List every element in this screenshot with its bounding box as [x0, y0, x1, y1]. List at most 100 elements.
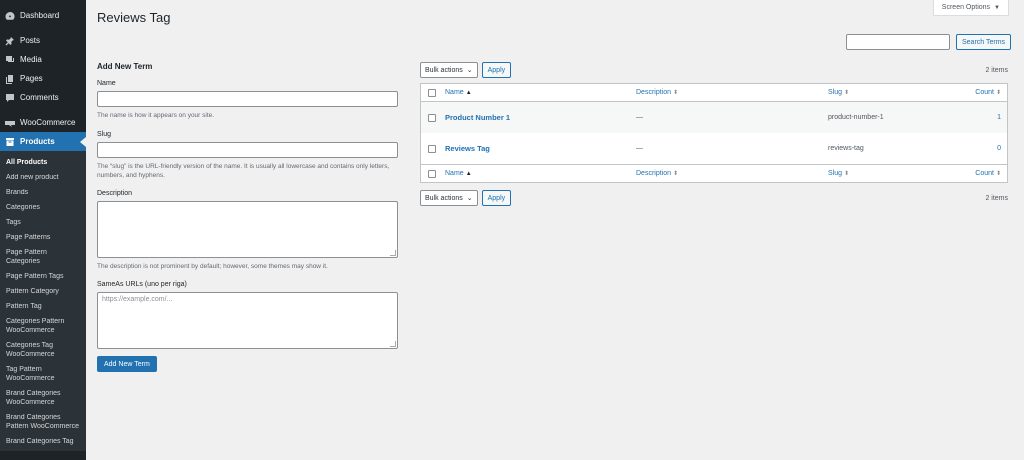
submenu-item[interactable]: Brand Categories Pattern WooCommerce	[0, 410, 86, 434]
submenu-item[interactable]: Page Pattern Categories	[0, 245, 86, 269]
search-terms-button[interactable]: Search Terms	[956, 34, 1012, 50]
term-name-link[interactable]: Reviews Tag	[445, 144, 490, 153]
menu-products[interactable]: Products	[0, 132, 86, 151]
select-all-checkbox[interactable]	[428, 88, 436, 97]
column-description-label: Description	[636, 89, 672, 96]
woocommerce-icon	[5, 118, 15, 128]
submenu-item[interactable]: Categories Pattern WooCommerce	[0, 314, 86, 338]
name-hint: The name is how it appears on your site.	[97, 112, 215, 119]
description-hint: The description is not prominent by defa…	[97, 262, 328, 270]
sort-icon: ⬍	[995, 90, 1001, 96]
bulk-actions-select[interactable]: Bulk actions ⌄	[420, 62, 478, 78]
submenu-item[interactable]: Brand Categories Tag	[0, 434, 86, 449]
menu-woocommerce[interactable]: WooCommerce	[0, 113, 86, 132]
table-row: Product Number 1 — product-number-1 1	[421, 102, 1007, 133]
bulk-actions-label: Bulk actions	[425, 194, 463, 202]
column-name-label: Name	[445, 89, 464, 96]
add-new-term-button[interactable]: Add New Term	[97, 356, 157, 372]
submenu-item[interactable]: Pattern Category	[0, 284, 86, 299]
screen-options-label: Screen Options	[941, 4, 991, 11]
submenu-item[interactable]: Add new product	[0, 170, 86, 185]
menu-comments[interactable]: Comments	[0, 88, 86, 107]
submenu-item[interactable]: Page Pattern Tags	[0, 269, 86, 284]
submenu-item[interactable]: Categories	[0, 200, 86, 215]
submenu-item[interactable]: Categories Tag WooCommerce	[0, 338, 86, 362]
archive-icon	[5, 137, 15, 147]
comment-icon	[5, 93, 15, 103]
submenu-item[interactable]: Brand Categories WooCommerce	[0, 386, 86, 410]
menu-posts[interactable]: Posts	[0, 31, 86, 50]
menu-dashboard[interactable]: Dashboard	[0, 6, 86, 25]
slug-label: Slug	[97, 130, 112, 138]
submenu-item[interactable]: Brands	[0, 185, 86, 200]
menu-label: Comments	[20, 93, 59, 102]
caret-down-icon: ▼	[994, 4, 1000, 11]
menu-media[interactable]: Media	[0, 50, 86, 69]
apply-button[interactable]: Apply	[481, 62, 512, 78]
chevron-down-icon: ⌄	[466, 67, 473, 74]
column-slug[interactable]: Slug ⬍	[828, 170, 849, 177]
column-slug-label: Slug	[828, 89, 843, 96]
row-checkbox[interactable]	[428, 144, 436, 153]
menu-label: Products	[20, 137, 55, 146]
menu-label: Pages	[20, 74, 43, 83]
products-submenu: All Products Add new product Brands Categor…	[0, 151, 86, 451]
table-footer-row: Name ▲ Description ⬍ Slug ⬍ Count ⬍	[421, 164, 1007, 182]
bulk-actions-label: Bulk actions	[425, 66, 463, 74]
term-name-link[interactable]: Product Number 1	[445, 113, 510, 122]
column-description-label: Description	[636, 170, 672, 177]
table-row: Reviews Tag — reviews-tag 0	[421, 133, 1007, 164]
column-name[interactable]: Name ▲	[445, 170, 472, 177]
dashboard-icon	[5, 11, 15, 21]
sort-icon: ⬍	[673, 171, 679, 177]
column-slug[interactable]: Slug ⬍	[828, 89, 849, 96]
items-count: 2 items	[985, 66, 1008, 74]
submenu-item[interactable]: Pattern Tag	[0, 299, 86, 314]
table-header-row: Name ▲ Description ⬍ Slug ⬍ Count ⬍	[421, 84, 1007, 102]
media-icon	[5, 55, 15, 65]
search-input[interactable]	[846, 34, 950, 50]
column-description[interactable]: Description ⬍	[636, 170, 678, 177]
term-slug: product-number-1	[828, 114, 884, 121]
name-input[interactable]	[97, 91, 398, 107]
add-term-form: Add New Term Name The name is how it app…	[97, 62, 399, 372]
sort-icon: ⬍	[844, 90, 850, 96]
form-heading: Add New Term	[97, 62, 153, 71]
main-content: Reviews Tag Screen Options ▼ Search Term…	[86, 0, 1024, 460]
menu-label: Dashboard	[20, 11, 60, 20]
search-box: Search Terms	[846, 34, 1012, 50]
menu-label: Posts	[20, 36, 41, 45]
menu-label: Media	[20, 55, 42, 64]
sameas-textarea[interactable]: https://example.com/...	[97, 292, 398, 349]
column-count-label: Count	[975, 170, 994, 177]
admin-sidebar: Dashboard Posts Media Pages Comments Woo…	[0, 0, 86, 460]
column-count[interactable]: Count ⬍	[975, 89, 1001, 96]
column-description[interactable]: Description ⬍	[636, 89, 678, 96]
column-name[interactable]: Name ▲	[445, 89, 472, 96]
sort-icon: ⬍	[673, 90, 679, 96]
bulk-actions-select[interactable]: Bulk actions ⌄	[420, 190, 478, 206]
row-checkbox[interactable]	[428, 113, 436, 122]
terms-table: Name ▲ Description ⬍ Slug ⬍ Count ⬍ Product …	[420, 83, 1008, 183]
apply-button[interactable]: Apply	[481, 190, 512, 206]
slug-input[interactable]	[97, 141, 398, 158]
sameas-label: SameAs URLs (uno per riga)	[97, 281, 187, 288]
term-count-link[interactable]: 1	[997, 114, 1001, 121]
submenu-item[interactable]: Tag Pattern WooCommerce	[0, 362, 86, 386]
screen-options-button[interactable]: Screen Options ▼	[932, 0, 1009, 16]
menu-pages[interactable]: Pages	[0, 69, 86, 88]
submenu-item[interactable]: Tags	[0, 215, 86, 230]
column-count-label: Count	[975, 89, 994, 96]
sort-icon: ⬍	[844, 171, 850, 177]
column-slug-label: Slug	[828, 170, 843, 177]
name-label: Name	[97, 80, 116, 87]
column-count[interactable]: Count ⬍	[975, 170, 1001, 177]
description-textarea[interactable]	[97, 200, 398, 258]
submenu-item[interactable]: Page Patterns	[0, 230, 86, 245]
submenu-item[interactable]: All Products	[0, 155, 86, 170]
term-count-link[interactable]: 0	[997, 145, 1001, 152]
sort-icon: ▲	[465, 171, 472, 177]
pages-icon	[5, 74, 15, 84]
chevron-down-icon: ⌄	[466, 195, 473, 202]
select-all-checkbox[interactable]	[428, 169, 436, 178]
